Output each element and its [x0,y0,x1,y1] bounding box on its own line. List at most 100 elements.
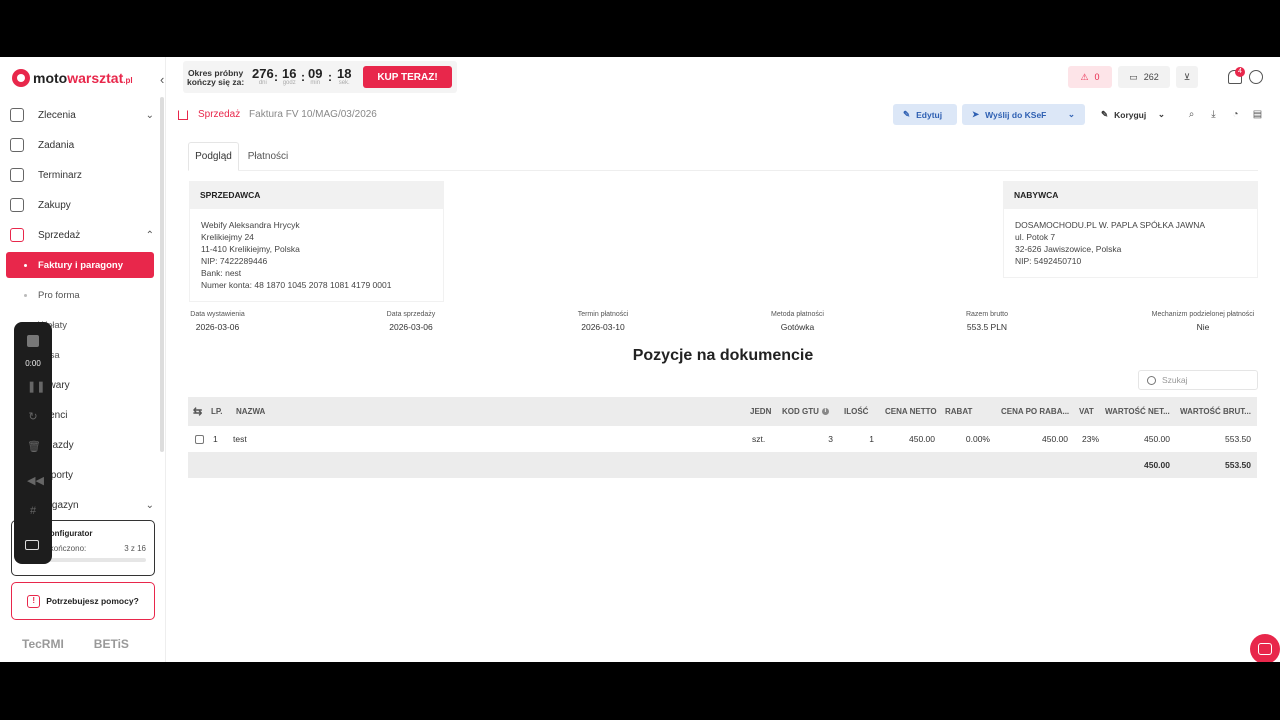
tasks-icon [10,138,24,152]
search-icon [1147,375,1156,385]
breadcrumb-section-link[interactable]: Sprzedaż [198,109,240,120]
cell-discount: 0.00% [965,434,990,444]
sidebar-item-sprzedaz[interactable]: Sprzedaż ⌃ [10,222,154,248]
issue-date-value: 2026-03-06 [195,322,240,332]
col-lp[interactable]: LP. [211,397,222,426]
cell-vat: 23% [1081,434,1099,444]
gross-total: Razem brutto 553.5 PLN [960,311,1014,332]
delete-icon[interactable]: 🗑 [27,441,41,453]
logo-gear-icon [12,69,30,87]
trial-hours-value: 16 [282,66,297,81]
checkbox-box[interactable] [195,434,204,444]
col-net-price[interactable]: CENA NETTO [885,397,937,426]
tab-payments[interactable]: Płatności [244,142,292,171]
trial-seconds: 18 sek. [337,67,351,86]
edit-button[interactable]: ✎ Edytuj [893,104,957,125]
payment-method-label: Metoda płatności [771,311,824,318]
app-window: moto warsztat .pl ‹ Zlecenia ⌄ Zadania Ter… [0,57,1280,662]
sidebar-item-zadania[interactable]: Zadania [10,132,154,158]
cell-qty: 1 [869,434,874,444]
col-discount[interactable]: RABAT [945,397,972,426]
col-name[interactable]: NAZWA [236,397,265,426]
sidebar-subitem-faktury[interactable]: Faktury i paragony [6,252,154,278]
refresh-icon[interactable]: ⇆ [193,397,202,426]
tab-preview[interactable]: Podgląd [188,142,239,171]
chevron-down-icon: ⌄ [145,109,154,121]
send-ksef-button[interactable]: ➤ Wyślij do KSeF ⌄ [962,104,1085,125]
tecrmi-logo: TecRMI [22,637,64,651]
sidebar-scrollbar[interactable] [160,97,164,452]
seller-street: Krelikiejmy 24 [201,232,254,242]
camera-icon[interactable] [25,540,39,550]
download-icon[interactable]: ⤓ [1208,109,1219,120]
breadcrumb-current: Faktura FV 10/MAG/03/2026 [249,109,377,120]
edit-label: Edytuj [916,109,943,120]
pause-icon[interactable]: ❚❚ [27,381,45,393]
table-row[interactable]: 1 test szt. 3 1 450.00 0.00% 450.00 23% … [188,426,1257,452]
col-gtu[interactable]: KOD GTU i [782,397,829,426]
seller-card: SPRZEDAWCA Webify Aleksandra Hrycyk Krel… [189,181,444,302]
sidebar-item-terminarz[interactable]: Terminarz [10,162,154,188]
buy-now-button[interactable]: KUP TERAZ! [363,66,452,88]
trial-minutes-value: 09 [308,66,323,81]
purchases-icon [10,198,24,212]
archive-icon[interactable]: ▤ [1252,109,1263,120]
cell-gross-value: 553.50 [1225,434,1251,444]
chevron-down-icon: ⌄ [1157,109,1165,119]
send-ksef-label: Wyślij do KSeF [985,109,1047,120]
bullet-icon [24,263,27,267]
info-icon[interactable]: i [821,408,829,415]
history-icon[interactable]: ◔ [1230,109,1241,120]
buyer-card: NABYWCA DOSAMOCHODU.PL W. PAPLA SPÓŁKA J… [1003,181,1258,278]
col-unit[interactable]: JEDN [750,397,771,426]
row-checkbox[interactable] [195,426,204,452]
collapse-sidebar-icon[interactable]: ‹ [160,72,164,87]
logo-text-tld: .pl [123,75,133,85]
messages-button[interactable]: ▭ 262 [1118,66,1170,88]
sidebar-item-label: Zakupy [38,199,71,211]
sidebar-item-zakupy[interactable]: Zakupy [10,192,154,218]
positions-search-input[interactable]: Szukaj [1138,370,1258,390]
trial-seconds-unit: sek. [338,80,350,86]
sidebar-subitem-label: Pro forma [38,289,80,301]
sidebar-subitem-label: Faktury i paragony [38,259,123,271]
restart-icon[interactable]: ↻ [27,411,39,423]
logo-text-part2: warsztat [67,70,124,86]
sidebar-item-zlecenia[interactable]: Zlecenia ⌄ [10,102,154,128]
grid-icon[interactable]: # [27,505,39,517]
separator: : [274,70,278,84]
help-button[interactable]: ! Potrzebujesz pomocy? [11,582,155,620]
col-price-after-discount[interactable]: CENA PO RABA... [1001,397,1069,426]
col-net-value[interactable]: WARTOŚĆ NET... [1105,397,1170,426]
sidebar-item-label: Terminarz [38,169,82,181]
col-vat[interactable]: VAT [1079,397,1094,426]
alerts-button[interactable]: ⚠ 0 [1068,66,1112,88]
sidebar-item-label: Sprzedaż [38,229,81,241]
home-icon[interactable] [178,110,188,120]
seller-city: 11-410 Krelikiejmy, Polska [201,244,300,254]
search-icon[interactable]: ⌕ [1186,109,1197,120]
buyer-name: DOSAMOCHODU.PL W. PAPLA SPÓŁKA JAWNA [1015,220,1206,230]
correct-button[interactable]: ✎ Koryguj ⌄ [1091,104,1175,125]
support-chat-button[interactable] [1250,634,1280,662]
trial-seconds-value: 18 [337,66,352,81]
payment-method-value: Gotówka [780,322,815,332]
sale-date-value: 2026-03-06 [389,322,433,332]
alerts-count: 0 [1094,72,1100,82]
separator: : [328,70,332,84]
payment-due: Termin płatności 2026-03-10 [573,311,633,332]
chevron-down-icon[interactable]: ⌄ [1068,109,1075,120]
sidebar-subitem-proforma[interactable]: Pro forma [6,282,154,308]
seller-details: Webify Aleksandra Hrycyk Krelikiejmy 24 … [189,209,444,302]
user-icon[interactable] [1249,70,1263,84]
search-placeholder: Szukaj [1162,375,1188,385]
stop-recording-icon[interactable] [27,335,39,347]
col-qty[interactable]: ILOŚĆ [844,397,868,426]
cell-price-after-discount: 450.00 [1042,434,1068,444]
rewind-icon[interactable]: ◀◀ [27,475,44,487]
cart-button[interactable]: ⊻ [1176,66,1198,88]
car-alert-icon: ⚠ [1080,71,1089,82]
col-gross-value[interactable]: WARTOŚĆ BRUT... [1180,397,1251,426]
app-logo[interactable]: moto warsztat .pl [12,69,133,87]
buyer-details: DOSAMOCHODU.PL W. PAPLA SPÓŁKA JAWNA ul.… [1003,209,1258,278]
